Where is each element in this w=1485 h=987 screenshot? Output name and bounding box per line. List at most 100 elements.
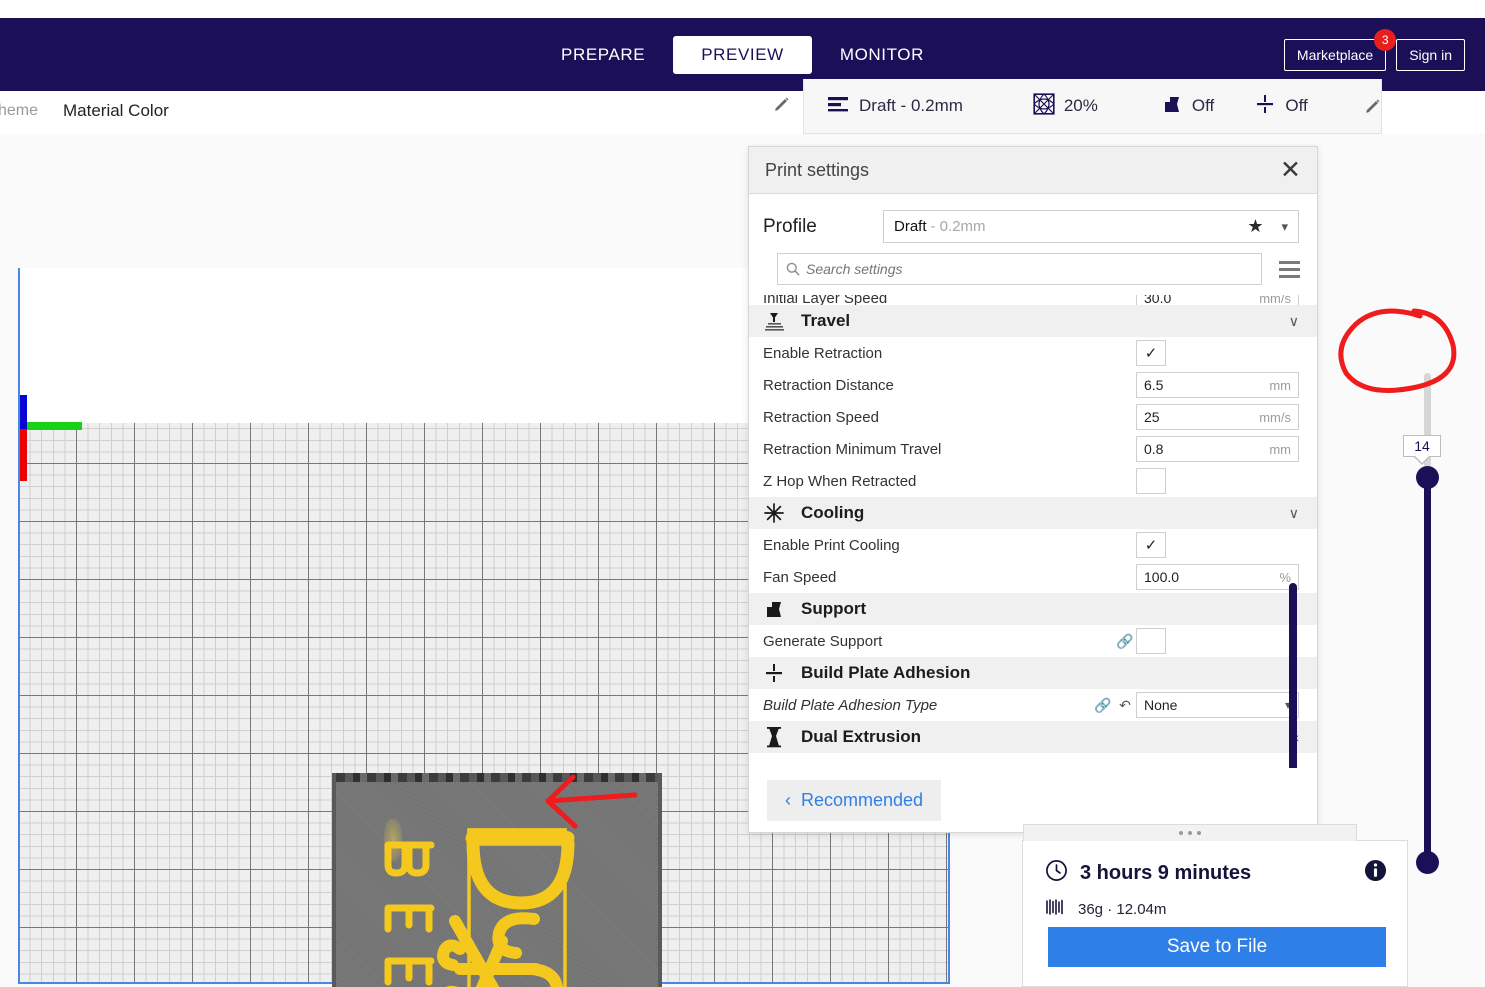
job-duration: 3 hours 9 minutes	[1045, 859, 1251, 887]
setting-unit: %	[1279, 569, 1291, 585]
settings-scrollbar[interactable]	[1289, 583, 1297, 768]
chevron-down-icon[interactable]: ∨	[1289, 505, 1299, 522]
print-job-card: 3 hours 9 minutes 36g · 12.04m Save to F…	[1022, 824, 1408, 987]
setting-row-fan-speed[interactable]: Fan Speed 100.0 %	[749, 561, 1317, 593]
dual-extrusion-icon	[761, 726, 787, 748]
section-title: Cooling	[801, 503, 865, 522]
setting-value-field[interactable]: 0.8 mm	[1136, 436, 1299, 462]
settings-list[interactable]: Initial Layer Speed 30.0 mm/s Travel ∨ E…	[749, 295, 1317, 768]
view-edit-pencil-icon[interactable]	[773, 96, 790, 118]
sliced-model[interactable]	[336, 773, 658, 987]
hamburger-icon[interactable]	[1276, 258, 1303, 281]
tab-monitor[interactable]: MONITOR	[812, 36, 952, 74]
setting-checkbox[interactable]	[1136, 468, 1166, 494]
setting-value: 30.0	[1144, 295, 1172, 305]
setting-row-retraction-speed[interactable]: Retraction Speed 25 mm/s	[749, 401, 1317, 433]
summary-adhesion-value: Off	[1285, 96, 1308, 115]
info-icon[interactable]	[1364, 859, 1387, 887]
travel-icon	[761, 311, 787, 331]
summary-infill[interactable]: 20%	[1033, 92, 1161, 120]
settings-scroll-area: Initial Layer Speed 30.0 mm/s Travel ∨ E…	[749, 295, 1317, 768]
setting-checkbox[interactable]	[1136, 628, 1166, 654]
clock-icon	[1045, 859, 1068, 887]
summary-edit-pencil-icon[interactable]	[1364, 98, 1381, 115]
setting-row-generate-support[interactable]: Generate Support 🔗	[749, 625, 1317, 657]
summary-profile[interactable]: Draft - 0.2mm	[826, 94, 1033, 119]
setting-checkbox[interactable]: ✓	[1136, 532, 1166, 558]
chevron-down-icon[interactable]: ∨	[1289, 313, 1299, 330]
print-setup-summary-bar[interactable]: Draft - 0.2mm 20% Off Off	[803, 79, 1382, 134]
link-icon[interactable]: 🔗	[1114, 633, 1136, 650]
layer-slider-top-handle[interactable]	[1416, 466, 1439, 489]
revert-icon[interactable]: ↶	[1114, 697, 1136, 714]
section-title: Dual Extrusion	[801, 727, 921, 746]
setting-value-field[interactable]: 100.0 %	[1136, 564, 1299, 590]
color-scheme-label: heme	[0, 102, 39, 119]
section-header-build-plate-adhesion[interactable]: Build Plate Adhesion ∨	[749, 657, 1317, 689]
setting-value-field[interactable]: 25 mm/s	[1136, 404, 1299, 430]
setting-value-field[interactable]: 6.5 mm	[1136, 372, 1299, 398]
search-icon	[786, 262, 800, 276]
tab-preview[interactable]: PREVIEW	[673, 35, 812, 74]
section-title: Travel	[801, 311, 851, 330]
setting-unit: mm/s	[1259, 409, 1291, 425]
nav-right-group: Marketplace 3 Sign in	[1283, 28, 1465, 71]
setting-row-retraction-minimum-travel[interactable]: Retraction Minimum Travel 0.8 mm	[749, 433, 1317, 465]
layer-slider-track-lower[interactable]	[1424, 475, 1431, 865]
search-row	[749, 253, 1317, 295]
adhesion-icon	[1254, 93, 1276, 120]
layer-view-slider[interactable]: 14	[1338, 239, 1463, 889]
summary-support-value: Off	[1191, 96, 1215, 115]
summary-support[interactable]: Off	[1161, 93, 1255, 120]
setting-row-build-plate-adhesion-type[interactable]: Build Plate Adhesion Type 🔗 ↶ None ▾	[749, 689, 1317, 721]
layer-height-icon	[826, 94, 850, 119]
setting-label: Build Plate Adhesion Type	[763, 696, 938, 714]
job-material: 36g · 12.04m	[1045, 897, 1166, 922]
window-top-strip	[0, 0, 1485, 18]
tab-prepare[interactable]: PREPARE	[533, 36, 673, 74]
setting-row-retraction-distance[interactable]: Retraction Distance 6.5 mm	[749, 369, 1317, 401]
job-card-drag-handle[interactable]	[1023, 824, 1357, 841]
job-material-text: 36g · 12.04m	[1078, 901, 1167, 918]
setting-row-z-hop-when-retracted[interactable]: Z Hop When Retracted	[749, 465, 1317, 497]
star-icon[interactable]: ★	[1247, 216, 1263, 237]
search-input[interactable]	[806, 261, 1253, 277]
section-header-support[interactable]: Support ∨	[749, 593, 1317, 625]
search-settings-field[interactable]	[777, 253, 1262, 285]
layer-slider-value: 14	[1403, 435, 1441, 457]
setting-row-enable-print-cooling[interactable]: Enable Print Cooling ✓	[749, 529, 1317, 561]
sign-in-button[interactable]: Sign in	[1396, 38, 1465, 71]
print-settings-title: Print settings	[765, 159, 870, 180]
setting-unit: mm	[1269, 441, 1291, 457]
summary-infill-value: 20%	[1063, 96, 1098, 115]
profile-dropdown[interactable]: Draft - 0.2mm ★ ▾	[883, 210, 1299, 243]
setting-label: Enable Retraction	[763, 344, 883, 362]
section-header-travel[interactable]: Travel ∨	[749, 305, 1317, 337]
save-to-file-button[interactable]: Save to File	[1048, 927, 1386, 967]
setting-label: Enable Print Cooling	[763, 536, 900, 554]
cura-application-window: PREPARE PREVIEW MONITOR Marketplace 3 Si…	[0, 0, 1485, 987]
setting-value: 0.8	[1144, 441, 1164, 457]
link-icon[interactable]: 🔗	[1092, 697, 1114, 714]
section-header-cooling[interactable]: Cooling ∨	[749, 497, 1317, 529]
chevron-down-icon[interactable]: ▾	[1281, 219, 1288, 235]
setting-value-field[interactable]: 30.0 mm/s	[1136, 295, 1299, 305]
setting-select[interactable]: None ▾	[1136, 692, 1299, 718]
section-header-dual-extrusion[interactable]: Dual Extrusion ‹	[749, 721, 1317, 753]
profile-row: Profile Draft - 0.2mm ★ ▾	[749, 194, 1317, 253]
section-title: Build Plate Adhesion	[801, 663, 971, 682]
marketplace-button[interactable]: Marketplace 3	[1283, 28, 1397, 71]
print-settings-footer: ‹ Recommended	[749, 768, 1317, 832]
summary-adhesion[interactable]: Off	[1254, 93, 1348, 120]
layer-slider-bottom-handle[interactable]	[1416, 851, 1439, 874]
recommended-mode-button[interactable]: ‹ Recommended	[767, 779, 942, 821]
setting-row-enable-retraction[interactable]: Enable Retraction ✓	[749, 337, 1317, 369]
job-duration-text: 3 hours 9 minutes	[1080, 861, 1252, 884]
setting-label: Initial Layer Speed	[763, 295, 888, 305]
close-icon[interactable]: ✕	[1280, 157, 1301, 183]
support-icon	[1161, 93, 1183, 120]
fan-icon	[761, 502, 787, 524]
setting-label: Z Hop When Retracted	[763, 472, 917, 490]
setting-row-initial-layer-speed[interactable]: Initial Layer Speed 30.0 mm/s	[749, 295, 1317, 305]
setting-checkbox[interactable]: ✓	[1136, 340, 1166, 366]
